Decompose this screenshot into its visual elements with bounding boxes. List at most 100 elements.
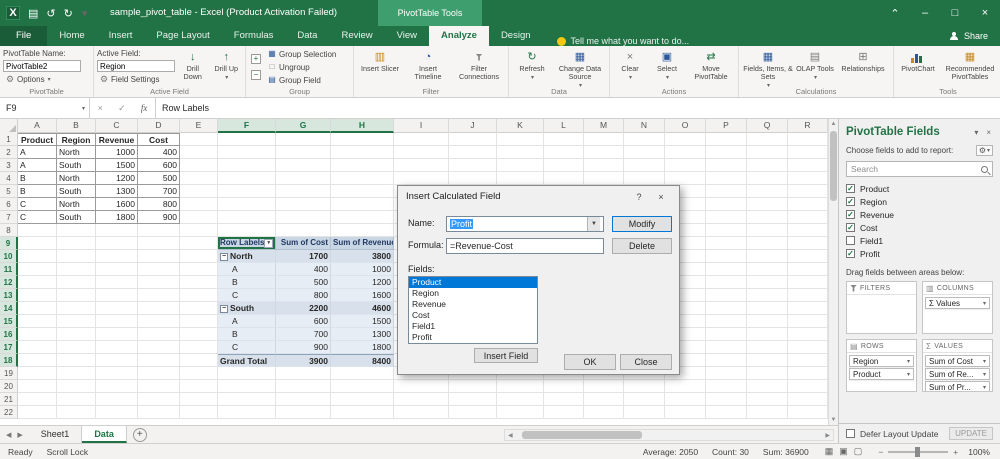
cell-P16[interactable] xyxy=(706,328,747,341)
cell-Q6[interactable] xyxy=(747,198,788,211)
cell-A19[interactable] xyxy=(18,367,57,380)
cell-A4[interactable]: B xyxy=(18,172,57,185)
cell-G9[interactable]: Sum of Cost xyxy=(276,237,331,250)
formula-bar-content[interactable]: Row Labels xyxy=(156,98,1000,118)
cell-H14[interactable]: 4600 xyxy=(331,302,394,315)
cell-E3[interactable] xyxy=(180,159,218,172)
tell-me-box[interactable]: Tell me what you want to do... xyxy=(557,36,690,46)
row-header-10[interactable]: 10 xyxy=(0,250,18,263)
minimize-icon[interactable]: – xyxy=(910,0,940,26)
cell-O1[interactable] xyxy=(665,133,706,146)
cell-P11[interactable] xyxy=(706,263,747,276)
cell-D6[interactable]: 800 xyxy=(138,198,180,211)
cell-E19[interactable] xyxy=(180,367,218,380)
cell-D17[interactable] xyxy=(138,341,180,354)
cell-A14[interactable] xyxy=(18,302,57,315)
column-header-G[interactable]: G xyxy=(276,119,331,133)
cell-R21[interactable] xyxy=(788,393,828,406)
cell-C16[interactable] xyxy=(96,328,138,341)
cell-A3[interactable]: A xyxy=(18,159,57,172)
cell-R2[interactable] xyxy=(788,146,828,159)
sheet-tab-sheet1[interactable]: Sheet1 xyxy=(29,426,83,443)
cell-C13[interactable] xyxy=(96,289,138,302)
row-header-8[interactable]: 8 xyxy=(0,224,18,237)
cell-A8[interactable] xyxy=(18,224,57,237)
cell-R9[interactable] xyxy=(788,237,828,250)
cell-F2[interactable] xyxy=(218,146,276,159)
move-pivottable-button[interactable]: ⇄Move PivotTable xyxy=(687,48,735,86)
cell-I2[interactable] xyxy=(394,146,449,159)
field-settings-button[interactable]: ⚙Field Settings xyxy=(97,73,175,85)
page-layout-view-icon[interactable]: ▣ xyxy=(839,446,848,457)
row-header-19[interactable]: 19 xyxy=(0,367,18,380)
cell-E16[interactable] xyxy=(180,328,218,341)
cell-N4[interactable] xyxy=(624,172,665,185)
active-field-input[interactable] xyxy=(97,60,175,72)
cell-O20[interactable] xyxy=(665,380,706,393)
options-button[interactable]: ⚙Options▾ xyxy=(3,73,81,85)
cell-P22[interactable] xyxy=(706,406,747,419)
chip-product[interactable]: Product▾ xyxy=(849,368,914,380)
tab-data[interactable]: Data xyxy=(285,26,329,46)
cell-E20[interactable] xyxy=(180,380,218,393)
cell-R6[interactable] xyxy=(788,198,828,211)
cell-F16[interactable]: B xyxy=(218,328,276,341)
cell-D7[interactable]: 900 xyxy=(138,211,180,224)
cell-J22[interactable] xyxy=(449,406,497,419)
cell-Q17[interactable] xyxy=(747,341,788,354)
cell-Q16[interactable] xyxy=(747,328,788,341)
cell-Q21[interactable] xyxy=(747,393,788,406)
cell-Q5[interactable] xyxy=(747,185,788,198)
cell-P15[interactable] xyxy=(706,315,747,328)
horizontal-scroll-thumb[interactable] xyxy=(522,431,642,439)
cell-H5[interactable] xyxy=(331,185,394,198)
zoom-slider-thumb[interactable] xyxy=(915,447,920,457)
cell-G1[interactable] xyxy=(276,133,331,146)
scroll-down-icon[interactable]: ▼ xyxy=(829,415,838,425)
cell-K22[interactable] xyxy=(497,406,544,419)
search-input[interactable]: Search xyxy=(846,161,993,177)
cell-N2[interactable] xyxy=(624,146,665,159)
dialog-field-item-region[interactable]: Region xyxy=(409,288,537,299)
sheet-prev-icon[interactable]: ◀ xyxy=(6,431,11,439)
cell-E7[interactable] xyxy=(180,211,218,224)
cell-K2[interactable] xyxy=(497,146,544,159)
cell-D8[interactable] xyxy=(138,224,180,237)
cell-A7[interactable]: C xyxy=(18,211,57,224)
modify-button[interactable]: Modify xyxy=(612,216,672,232)
row-header-1[interactable]: 1 xyxy=(0,133,18,146)
cell-H10[interactable]: 3800 xyxy=(331,250,394,263)
dialog-help-icon[interactable]: ? xyxy=(629,189,649,205)
cell-K3[interactable] xyxy=(497,159,544,172)
group-field-button[interactable]: ▤Group Field xyxy=(265,74,338,86)
zoom-in-icon[interactable]: + xyxy=(953,447,958,457)
cell-M20[interactable] xyxy=(584,380,624,393)
cell-Q18[interactable] xyxy=(747,354,788,367)
column-header-M[interactable]: M xyxy=(584,119,624,133)
row-header-12[interactable]: 12 xyxy=(0,276,18,289)
tab-analyze[interactable]: Analyze xyxy=(429,26,489,46)
cell-B21[interactable] xyxy=(57,393,96,406)
cell-M21[interactable] xyxy=(584,393,624,406)
cell-Q12[interactable] xyxy=(747,276,788,289)
cell-K1[interactable] xyxy=(497,133,544,146)
field-checkbox-profit[interactable]: ✓ xyxy=(846,249,855,258)
cell-C1[interactable]: Revenue xyxy=(96,133,138,146)
cell-P13[interactable] xyxy=(706,289,747,302)
cell-G5[interactable] xyxy=(276,185,331,198)
cell-O4[interactable] xyxy=(665,172,706,185)
cell-G14[interactable]: 2200 xyxy=(276,302,331,315)
column-header-D[interactable]: D xyxy=(138,119,180,133)
cell-A9[interactable] xyxy=(18,237,57,250)
select-all-corner[interactable] xyxy=(0,119,18,133)
cell-G3[interactable] xyxy=(276,159,331,172)
cell-H3[interactable] xyxy=(331,159,394,172)
cell-C15[interactable] xyxy=(96,315,138,328)
cell-I21[interactable] xyxy=(394,393,449,406)
panel-gear-icon[interactable]: ⚙▾ xyxy=(976,145,993,156)
cell-B18[interactable] xyxy=(57,354,96,367)
cell-R3[interactable] xyxy=(788,159,828,172)
cell-F1[interactable] xyxy=(218,133,276,146)
field-checkbox-revenue[interactable]: ✓ xyxy=(846,210,855,219)
cell-C18[interactable] xyxy=(96,354,138,367)
